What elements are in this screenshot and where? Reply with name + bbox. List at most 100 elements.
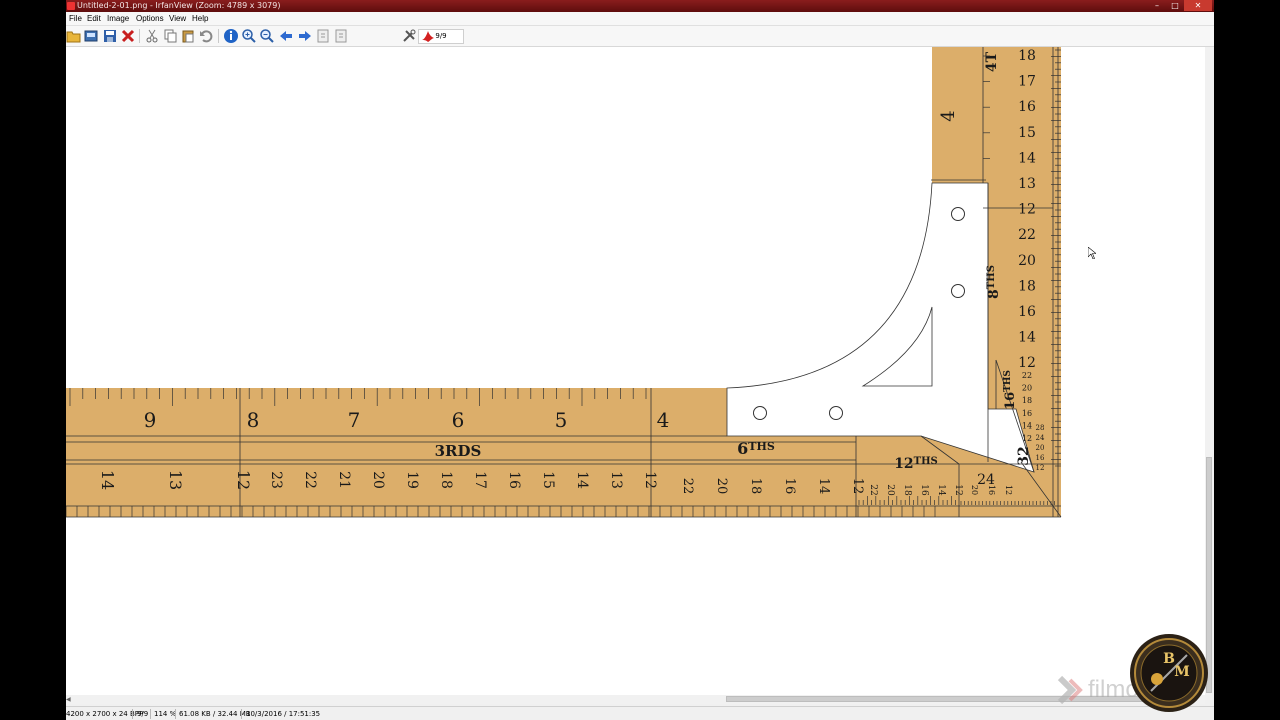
scroll-left-icon[interactable]: ◀ (66, 695, 71, 704)
close-button[interactable]: ✕ (1184, 0, 1212, 11)
last-page-icon[interactable] (333, 28, 349, 44)
ruler-number: 19 (404, 471, 420, 489)
status-bar: 4200 x 2700 x 24 BPP 9/9 114 % 61.08 KB … (66, 706, 1214, 720)
open-folder-icon[interactable] (66, 28, 82, 44)
hole (753, 406, 767, 420)
ruler-number: 12 (234, 470, 253, 490)
ruler-top-number: 4 (657, 408, 670, 432)
vertical-scrollbar[interactable] (1205, 47, 1214, 695)
ruler-top-number: 5 (555, 408, 568, 432)
ruler-number: 12 (1018, 355, 1036, 371)
ruler-number: 20 (1022, 384, 1032, 393)
ruler-number: 22 (680, 478, 695, 495)
undo-icon[interactable] (198, 28, 214, 44)
copy-icon[interactable] (162, 28, 178, 44)
ruler-number: 20 (370, 471, 386, 489)
zoom-in-icon[interactable] (241, 28, 257, 44)
next-icon[interactable] (297, 28, 313, 44)
hole (951, 207, 965, 221)
ruler-number: 20 (1036, 444, 1045, 452)
slideshow-icon[interactable] (83, 28, 99, 44)
info-icon[interactable] (223, 28, 239, 44)
ruler-number: 14 (1018, 150, 1036, 166)
ruler-number: 14 (1022, 421, 1032, 430)
horizontal-scrollbar[interactable]: ◀ (66, 695, 1205, 704)
menu-image[interactable]: Image (107, 12, 129, 25)
label-4ths: 4T (984, 51, 1000, 72)
ruler-number: 16 (782, 478, 797, 495)
ruler-number: 12 (953, 484, 963, 495)
ruler-number: 18 (902, 484, 912, 496)
status-size: 61.08 KB / 32.44 MB (179, 710, 251, 718)
menu-file[interactable]: File (69, 12, 82, 25)
title-bar[interactable]: Untitled-2-01.png - IrfanView (Zoom: 478… (66, 0, 1214, 12)
ruler-number: 21 (336, 471, 352, 489)
window-title: Untitled-2-01.png - IrfanView (Zoom: 478… (77, 1, 281, 10)
logo-letter-m: M (1174, 664, 1190, 680)
ruler-number: 16 (919, 484, 929, 496)
menu-edit[interactable]: Edit (87, 12, 101, 25)
menu-help[interactable]: Help (192, 12, 208, 25)
app-icon (67, 2, 75, 10)
settings-icon[interactable] (401, 28, 417, 44)
ruler-number: 13 (608, 471, 624, 489)
minimize-button[interactable]: – (1148, 0, 1166, 11)
ruler-number: 12 (850, 478, 865, 495)
first-page-icon[interactable] (315, 28, 331, 44)
previous-icon[interactable] (278, 28, 294, 44)
maximize-button[interactable]: □ (1166, 0, 1184, 11)
ruler-number: 12 (642, 471, 658, 489)
zoom-out-icon[interactable] (259, 28, 275, 44)
channel-logo: B M (1130, 634, 1208, 712)
ruler-number: 20 (714, 478, 729, 495)
menu-bar: File Edit Image Options View Help (66, 12, 1214, 26)
ruler-number: 13 (166, 470, 185, 490)
status-zoom: 114 % (154, 710, 177, 718)
ruler-number: 13 (1018, 176, 1036, 192)
ruler-top-number: 6 (452, 408, 465, 432)
ruler-number: 16 (1022, 409, 1032, 418)
image-viewport[interactable]: 9 8 7 6 5 4 3RDS 6THS 12THS 4T 4 8THS 16… (66, 47, 1205, 695)
ruler-number: 17 (1018, 74, 1036, 90)
irfanview-logo-icon[interactable] (420, 28, 436, 44)
ruler-number: 14 (1018, 330, 1036, 346)
ruler-number: 23 (268, 471, 284, 489)
ruler-number: 12 (1036, 464, 1045, 472)
ruler-number: 12 (1004, 485, 1013, 495)
ruler-number: 18 (1022, 396, 1032, 405)
ruler-number: 22 (1018, 227, 1036, 243)
save-icon[interactable] (102, 28, 118, 44)
ruler-number: 14 (816, 478, 831, 495)
ruler-number: 22 (868, 484, 878, 495)
ruler-top-number: 7 (348, 408, 361, 432)
ruler-number: 14 (574, 471, 590, 489)
label-3rds: 3RDS (435, 442, 482, 460)
ruler-number: 20 (1018, 253, 1036, 269)
ruler-number: 16 (1036, 454, 1045, 462)
delete-icon[interactable] (120, 28, 136, 44)
ruler-number: 16 (1018, 99, 1036, 115)
paste-icon[interactable] (180, 28, 196, 44)
menu-view[interactable]: View (169, 12, 186, 25)
ruler-number: 22 (1022, 371, 1032, 380)
ruler-number: 28 (1036, 424, 1045, 432)
hole (829, 406, 843, 420)
inner-number: 4 (938, 110, 959, 121)
ruler-number: 24 (1036, 434, 1045, 442)
framing-square-image: 9 8 7 6 5 4 3RDS 6THS 12THS 4T 4 8THS 16… (66, 47, 1062, 518)
ruler-number: 12 (1022, 434, 1032, 443)
ruler-number: 20 (970, 485, 979, 495)
status-page: 9/9 (137, 710, 149, 718)
ruler-number: 18 (438, 471, 454, 489)
ruler-number: 12 (1018, 202, 1036, 218)
status-datetime: 10/3/2016 / 17:51:35 (246, 710, 321, 718)
ruler-number: 16 (1018, 304, 1036, 320)
ruler-number: 18 (748, 478, 763, 495)
ruler-number: 17 (472, 471, 488, 489)
menu-options[interactable]: Options (136, 12, 164, 25)
filmora-logo-icon (1057, 675, 1083, 704)
mouse-cursor-icon (1088, 247, 1096, 259)
ruler-number: 18 (1018, 48, 1036, 64)
cut-icon[interactable] (144, 28, 160, 44)
ruler-number: 16 (987, 485, 996, 495)
